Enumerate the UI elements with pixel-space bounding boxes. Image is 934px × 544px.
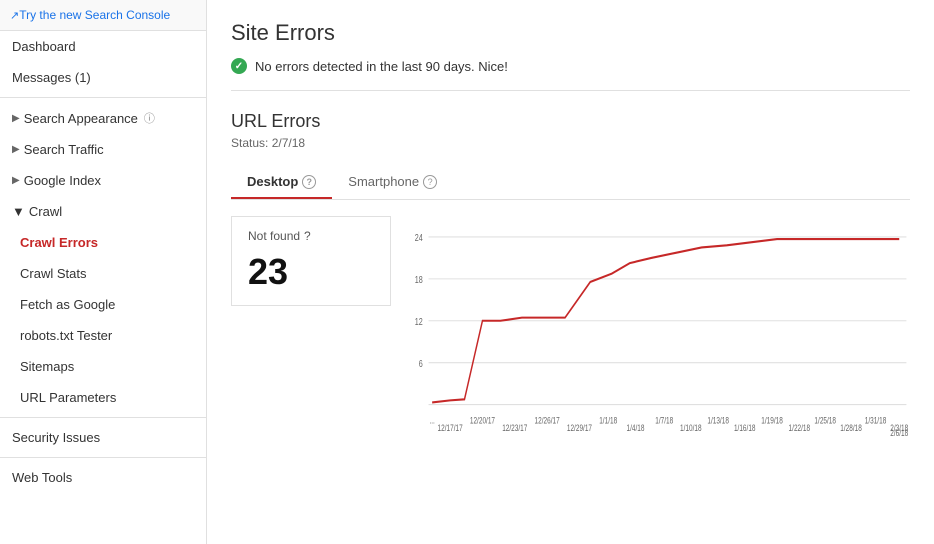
not-found-text: Not found bbox=[248, 229, 300, 243]
sidebar-item-url-parameters[interactable]: URL Parameters bbox=[0, 382, 206, 413]
web-tools-label: Web Tools bbox=[12, 470, 72, 485]
x-label-0110: 1/10/18 bbox=[680, 423, 702, 433]
not-found-count: 23 bbox=[248, 251, 374, 293]
arrow-icon: ▶ bbox=[12, 113, 20, 124]
x-label-1229: 12/29/17 bbox=[567, 423, 593, 433]
sidebar-section-crawl[interactable]: ▼ Crawl bbox=[0, 196, 206, 227]
x-label-0113: 1/13/18 bbox=[707, 415, 729, 425]
search-appearance-label: Search Appearance bbox=[24, 111, 138, 126]
x-label-0116: 1/16/18 bbox=[734, 423, 756, 433]
x-label-0206: 2/6/18 bbox=[890, 428, 908, 436]
y-label-24: 24 bbox=[415, 232, 423, 244]
fetch-as-google-label: Fetch as Google bbox=[20, 297, 115, 312]
sidebar-item-crawl-stats[interactable]: Crawl Stats bbox=[0, 258, 206, 289]
arrow-icon: ▶ bbox=[12, 175, 20, 186]
tab-desktop-label: Desktop bbox=[247, 174, 298, 189]
sidebar: ↗ Try the new Search Console Dashboard M… bbox=[0, 0, 207, 544]
dashboard-label: Dashboard bbox=[12, 39, 76, 54]
sidebar-item-robots-tester[interactable]: robots.txt Tester bbox=[0, 320, 206, 351]
x-label-1220: 12/20/17 bbox=[470, 415, 496, 425]
x-label-1226: 12/26/17 bbox=[535, 415, 561, 425]
robots-tester-label: robots.txt Tester bbox=[20, 328, 112, 343]
x-label-0119: 1/19/18 bbox=[761, 415, 783, 425]
tab-desktop[interactable]: Desktop ? bbox=[231, 166, 332, 199]
tabs-container: Desktop ? Smartphone ? bbox=[231, 166, 910, 200]
y-label-18: 18 bbox=[415, 274, 423, 286]
line-chart-container: 24 18 12 6 ... 12/17/17 12/20/17 12/23/1… bbox=[407, 216, 910, 436]
smartphone-help-icon[interactable]: ? bbox=[423, 175, 437, 189]
google-index-label: Google Index bbox=[24, 173, 101, 188]
sidebar-section-search-appearance[interactable]: ▶ Search Appearance ⓘ bbox=[0, 102, 206, 134]
x-label-dots: ... bbox=[429, 415, 434, 425]
sidebar-item-messages[interactable]: Messages (1) bbox=[0, 62, 206, 93]
y-label-6: 6 bbox=[419, 358, 423, 370]
x-label-0107: 1/7/18 bbox=[655, 415, 673, 425]
crawl-errors-label: Crawl Errors bbox=[20, 235, 98, 250]
sidebar-item-fetch-as-google[interactable]: Fetch as Google bbox=[0, 289, 206, 320]
x-label-0122: 1/22/18 bbox=[789, 423, 811, 433]
external-link-icon: ↗ bbox=[10, 9, 19, 22]
messages-label: Messages (1) bbox=[12, 70, 91, 85]
sidebar-item-dashboard[interactable]: Dashboard bbox=[0, 31, 206, 62]
x-label-0125: 1/25/18 bbox=[814, 415, 836, 425]
x-label-0128: 1/28/18 bbox=[840, 423, 862, 433]
x-label-0101: 1/1/18 bbox=[599, 415, 617, 425]
tab-smartphone-label: Smartphone bbox=[348, 174, 419, 189]
url-errors-title: URL Errors bbox=[231, 111, 910, 132]
search-traffic-label: Search Traffic bbox=[24, 142, 104, 157]
security-issues-label: Security Issues bbox=[12, 430, 100, 445]
y-label-12: 12 bbox=[415, 316, 423, 328]
x-label-0104: 1/4/18 bbox=[627, 423, 645, 433]
sitemaps-label: Sitemaps bbox=[20, 359, 74, 374]
not-found-card: Not found ? 23 bbox=[231, 216, 391, 306]
tab-smartphone[interactable]: Smartphone ? bbox=[332, 166, 453, 199]
crawl-label: Crawl bbox=[29, 204, 62, 219]
not-found-help-icon[interactable]: ? bbox=[304, 229, 311, 243]
not-found-label-row: Not found ? bbox=[248, 229, 374, 243]
line-chart-svg: 24 18 12 6 ... 12/17/17 12/20/17 12/23/1… bbox=[407, 216, 910, 436]
url-parameters-label: URL Parameters bbox=[20, 390, 116, 405]
site-errors-banner: ✓ No errors detected in the last 90 days… bbox=[231, 58, 910, 91]
sidebar-item-security-issues[interactable]: Security Issues bbox=[0, 422, 206, 453]
chart-wrapper: Not found ? 23 24 18 12 6 bbox=[231, 216, 910, 436]
sidebar-item-web-tools[interactable]: Web Tools bbox=[0, 462, 206, 493]
try-new-banner[interactable]: ↗ Try the new Search Console bbox=[0, 0, 206, 31]
desktop-help-icon[interactable]: ? bbox=[302, 175, 316, 189]
try-new-link[interactable]: Try the new Search Console bbox=[19, 8, 170, 22]
page-title: Site Errors bbox=[231, 20, 910, 46]
main-content: Site Errors ✓ No errors detected in the … bbox=[207, 0, 934, 544]
x-label-1217: 12/17/17 bbox=[438, 423, 464, 433]
sidebar-item-sitemaps[interactable]: Sitemaps bbox=[0, 351, 206, 382]
sidebar-item-crawl-errors[interactable]: Crawl Errors bbox=[0, 227, 206, 258]
sidebar-section-google-index[interactable]: ▶ Google Index bbox=[0, 165, 206, 196]
x-label-0131: 1/31/18 bbox=[865, 415, 887, 425]
sidebar-section-search-traffic[interactable]: ▶ Search Traffic bbox=[0, 134, 206, 165]
x-label-1223: 12/23/17 bbox=[502, 423, 528, 433]
info-icon: ⓘ bbox=[144, 110, 155, 126]
arrow-down-icon: ▼ bbox=[12, 204, 25, 219]
crawl-stats-label: Crawl Stats bbox=[20, 266, 86, 281]
arrow-icon: ▶ bbox=[12, 144, 20, 155]
check-icon: ✓ bbox=[231, 58, 247, 74]
status-label: Status: 2/7/18 bbox=[231, 136, 910, 150]
no-errors-text: No errors detected in the last 90 days. … bbox=[255, 59, 508, 74]
